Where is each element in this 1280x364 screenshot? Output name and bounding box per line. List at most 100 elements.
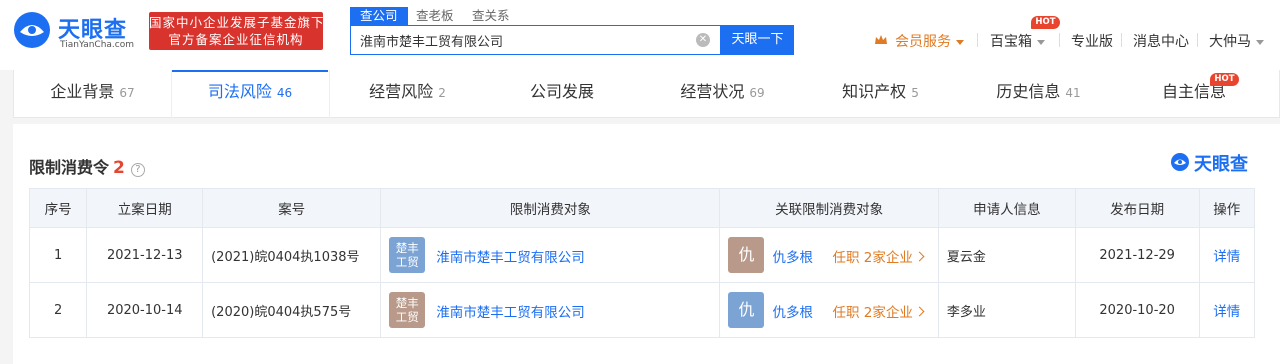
hot-badge: HOT	[1031, 16, 1060, 29]
tab-operating-status[interactable]: 经营状况 69	[644, 70, 801, 117]
tab-label: 经营风险	[369, 82, 434, 101]
restriction-table: 序号 立案日期 案号 限制消费对象 关联限制消费对象 申请人信息 发布日期 操作…	[28, 188, 1256, 338]
chevron-down-icon	[1037, 39, 1045, 45]
nav-divider	[1121, 33, 1122, 47]
cell-index: 2	[28, 282, 88, 338]
tab-business-risk[interactable]: 经营风险 2	[330, 70, 485, 117]
col-header-action: 操作	[1198, 188, 1256, 228]
gov-badge[interactable]: 国家中小企业发展子基金旗下 官方备案企业征信机构	[149, 12, 324, 50]
table-header-row: 序号 立案日期 案号 限制消费对象 关联限制消费对象 申请人信息 发布日期 操作	[28, 188, 1256, 228]
company-name-link[interactable]: 淮南市楚丰工贸有限公司	[436, 246, 585, 266]
tab-intellectual-property[interactable]: 知识产权 5	[802, 70, 959, 117]
cell-target: 楚丰 工贸 淮南市楚丰工贸有限公司	[380, 227, 721, 283]
cell-case-no: (2021)皖0404执1038号	[202, 227, 382, 283]
toolbox-label: 百宝箱	[990, 34, 1032, 50]
cell-filed-date: 2021-12-13	[86, 227, 204, 283]
tab-legal-risk[interactable]: 司法风险 46	[172, 70, 328, 117]
search-tab-boss[interactable]: 查老板	[406, 7, 464, 25]
search-tab-relation[interactable]: 查关系	[462, 7, 520, 25]
cell-publish-date: 2020-10-20	[1074, 282, 1200, 338]
cell-case-no: (2020)皖0404执575号	[202, 282, 382, 338]
tab-label: 企业背景	[50, 82, 115, 101]
person-name-link[interactable]: 仇多根	[772, 246, 813, 266]
chevron-right-icon	[914, 251, 925, 262]
table-row: 1 2021-12-13 (2021)皖0404执1038号 楚丰 工贸 淮南市…	[28, 227, 1256, 283]
company-name-link[interactable]: 淮南市楚丰工贸有限公司	[436, 301, 585, 321]
detail-link[interactable]: 详情	[1213, 249, 1240, 265]
tianyancha-logo[interactable]: 天眼查 TianYanCha.com	[12, 10, 142, 50]
section-title: 限制消费令 2?	[29, 154, 145, 178]
top-header: 天眼查 TianYanCha.com 国家中小企业发展子基金旗下 官方备案企业征…	[0, 0, 1280, 70]
company-logo[interactable]: 楚丰 工贸	[389, 292, 426, 328]
person-avatar[interactable]: 仇	[728, 292, 765, 328]
tab-count: 5	[911, 86, 919, 100]
cell-related-target: 仇 仇多根 任职 2家企业	[719, 227, 939, 283]
search-button[interactable]: 天眼一下	[721, 25, 794, 55]
nav-divider	[1197, 33, 1198, 47]
table-row: 2 2020-10-14 (2020)皖0404执575号 楚丰 工贸 淮南市楚…	[28, 282, 1256, 338]
tab-count: 46	[276, 86, 293, 100]
logo-eye-icon	[1171, 153, 1189, 171]
person-name-link[interactable]: 仇多根	[772, 301, 813, 321]
card-brand-text: 天眼查	[1194, 154, 1248, 175]
tab-history[interactable]: 历史信息 41	[960, 70, 1117, 117]
tab-label: 知识产权	[842, 82, 907, 101]
cell-publish-date: 2021-12-29	[1074, 227, 1200, 283]
toolbox-menu[interactable]: 百宝箱	[990, 31, 1045, 51]
tab-label: 公司发展	[529, 82, 594, 101]
tab-label: 历史信息	[996, 82, 1061, 101]
person-roles-link[interactable]: 任职 2家企业	[832, 246, 925, 266]
nav-divider	[977, 33, 978, 47]
search-box: ✕	[350, 25, 721, 55]
col-header-target: 限制消费对象	[380, 188, 721, 228]
hot-badge: HOT	[1210, 73, 1239, 86]
col-header-index: 序号	[28, 188, 88, 228]
consumption-restriction-card: 限制消费令 2? 天眼查 序号 立案日期 案号 限制消费对象 关联限制消费对象 申…	[13, 124, 1280, 364]
logo-domain: TianYanCha.com	[60, 40, 135, 50]
tab-self-info[interactable]: 自主信息	[1118, 70, 1275, 117]
tab-count: 2	[438, 86, 446, 100]
tab-count: 41	[1065, 86, 1081, 100]
tab-label: 经营状况	[680, 82, 745, 101]
tab-company-development[interactable]: 公司发展	[486, 70, 643, 117]
detail-link[interactable]: 详情	[1213, 304, 1240, 320]
cell-applicant: 夏云金	[937, 227, 1076, 283]
cell-target: 楚丰 工贸 淮南市楚丰工贸有限公司	[380, 282, 721, 338]
help-icon[interactable]: ?	[130, 163, 145, 177]
col-header-filed-date: 立案日期	[86, 188, 204, 228]
search-input[interactable]	[351, 26, 691, 54]
tab-count: 67	[119, 86, 135, 100]
tab-label: 司法风险	[207, 82, 272, 101]
user-menu[interactable]: 大仲马	[1209, 31, 1264, 51]
cell-applicant: 李多业	[937, 282, 1076, 338]
col-header-case-no: 案号	[202, 188, 382, 228]
col-header-publish-date: 发布日期	[1074, 188, 1200, 228]
nav-divider	[1059, 33, 1060, 47]
chevron-right-icon	[914, 306, 925, 317]
cell-index: 1	[28, 227, 88, 283]
gov-badge-line-2: 官方备案企业征信机构	[168, 32, 304, 47]
tab-count: 69	[749, 86, 765, 100]
section-title-text: 限制消费令	[29, 158, 110, 177]
chevron-down-icon	[956, 39, 964, 45]
company-logo[interactable]: 楚丰 工贸	[389, 237, 426, 273]
person-roles-link[interactable]: 任职 2家企业	[832, 301, 925, 321]
pro-version-link[interactable]: 专业版	[1071, 31, 1113, 51]
cell-action: 详情	[1198, 282, 1256, 338]
vip-service-label: 会员服务	[895, 34, 951, 50]
clear-icon[interactable]: ✕	[696, 33, 710, 47]
search-tab-company[interactable]: 查公司	[350, 7, 408, 25]
tab-company-background[interactable]: 企业背景 67	[14, 70, 171, 117]
cell-related-target: 仇 仇多根 任职 2家企业	[719, 282, 939, 338]
message-center-link[interactable]: 消息中心	[1133, 31, 1189, 51]
col-header-applicant: 申请人信息	[937, 188, 1076, 228]
section-count: 2	[113, 158, 125, 178]
vip-service-menu[interactable]: 会员服务	[895, 31, 964, 51]
crown-icon	[875, 35, 887, 44]
card-brand-logo: 天眼查	[1170, 150, 1256, 175]
section-tabbar: 企业背景 67 司法风险 46 经营风险 2 公司发展 经营状况 69 知识产权 5 历史…	[13, 70, 1280, 118]
person-avatar[interactable]: 仇	[728, 237, 765, 273]
cell-action: 详情	[1198, 227, 1256, 283]
chevron-down-icon	[1256, 39, 1264, 45]
logo-eye-icon	[14, 12, 50, 48]
